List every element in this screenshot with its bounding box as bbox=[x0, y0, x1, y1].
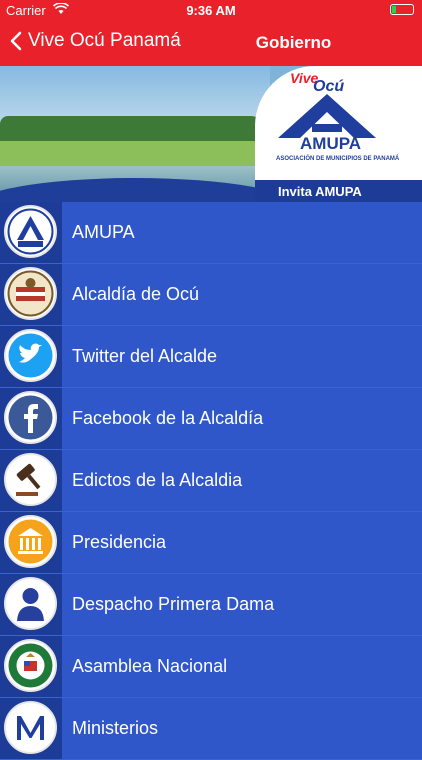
government-building-icon bbox=[4, 515, 57, 568]
list-item[interactable]: AMUPA bbox=[0, 202, 422, 264]
list-item[interactable]: Despacho Primera Dama bbox=[0, 574, 422, 636]
battery-icon bbox=[390, 4, 414, 15]
amupa-banner[interactable]: Vive Ocú AMUPA ASOCIACIÓN DE MUNICIPIOS … bbox=[0, 66, 422, 202]
amupa-wordmark: AMUPA bbox=[300, 134, 362, 153]
list-item-label: AMUPA bbox=[72, 222, 135, 242]
facebook-icon bbox=[4, 391, 57, 444]
amupa-logo-icon bbox=[4, 205, 57, 258]
list-item[interactable]: Edictos de la Alcaldia bbox=[0, 450, 422, 512]
list-item[interactable]: Ministerios bbox=[0, 698, 422, 760]
list-item[interactable]: Facebook de la Alcaldía bbox=[0, 388, 422, 450]
twitter-icon bbox=[4, 329, 57, 382]
list-item[interactable]: Presidencia bbox=[0, 512, 422, 574]
person-silhouette-icon bbox=[4, 577, 57, 630]
letter-m-icon bbox=[4, 701, 57, 754]
invita-text: Invita AMUPA bbox=[278, 184, 362, 199]
amupa-logo-icon bbox=[278, 94, 376, 138]
amupa-subtitle: ASOCIACIÓN DE MUNICIPIOS DE PANAMÁ bbox=[276, 156, 400, 162]
list-item[interactable]: Alcaldía de Ocú bbox=[0, 264, 422, 326]
status-time: 9:36 AM bbox=[186, 3, 236, 18]
asamblea-seal-icon bbox=[4, 639, 57, 692]
navigation-bar: Vive Ocú Panamá Gobierno bbox=[0, 20, 422, 66]
list-item-label: Twitter del Alcalde bbox=[72, 346, 218, 366]
list-item-label: Asamblea Nacional bbox=[72, 656, 228, 676]
ocu-seal-icon bbox=[4, 267, 57, 320]
gavel-icon bbox=[4, 453, 57, 506]
government-list: AMUPA Alcaldía de Ocú Twitter del Alcald… bbox=[0, 202, 422, 760]
list-item-label: Despacho Primera Dama bbox=[72, 594, 275, 614]
list-item-label: Facebook de la Alcaldía bbox=[72, 408, 264, 428]
list-item-label: Ministerios bbox=[72, 718, 159, 738]
page-title: Gobierno bbox=[255, 33, 332, 52]
list-item[interactable]: Asamblea Nacional bbox=[0, 636, 422, 698]
list-item-label: Presidencia bbox=[72, 532, 167, 552]
list-item-label: Edictos de la Alcaldia bbox=[72, 470, 243, 490]
status-bar: Carrier 9:36 AM bbox=[0, 0, 422, 20]
list-item[interactable]: Twitter del Alcalde bbox=[0, 326, 422, 388]
list-item-label: Alcaldía de Ocú bbox=[72, 284, 200, 304]
